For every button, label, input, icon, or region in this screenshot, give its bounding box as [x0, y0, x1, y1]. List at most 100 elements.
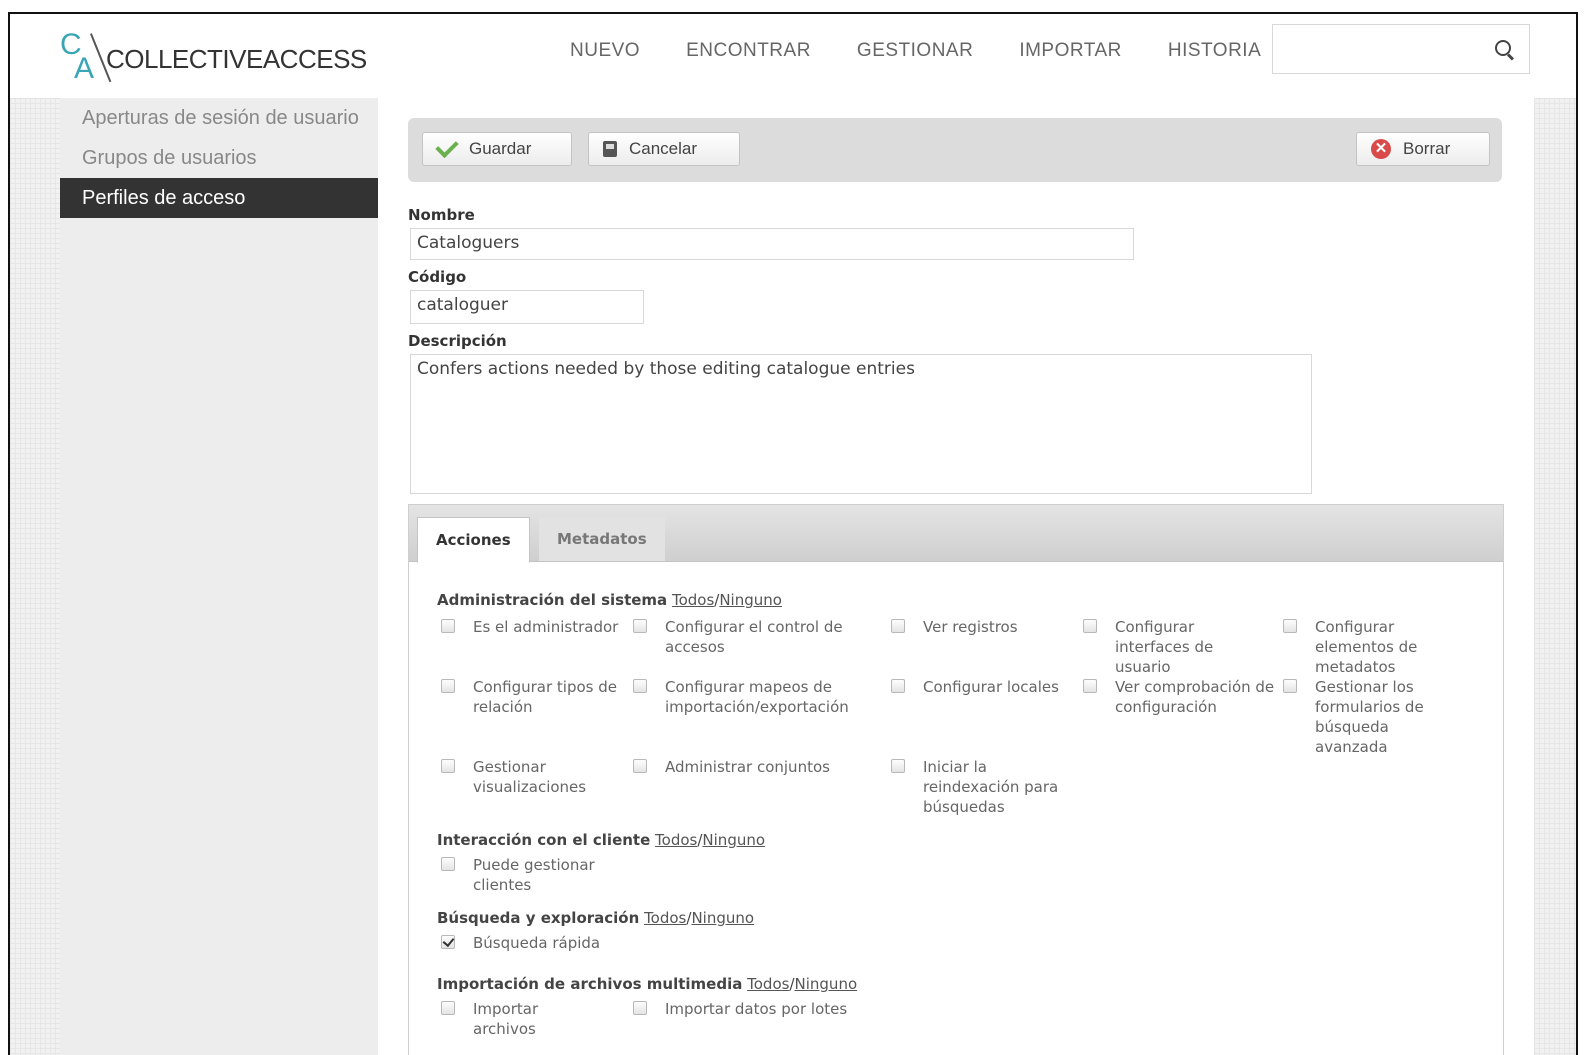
nav-gestionar[interactable]: GESTIONAR [857, 40, 973, 62]
nav-encontrar[interactable]: ENCONTRAR [686, 40, 811, 62]
permission-checkbox[interactable] [633, 679, 647, 693]
nav-historia[interactable]: HISTORIA [1168, 40, 1261, 62]
search-input[interactable] [1281, 25, 1485, 73]
permission-checkbox[interactable] [441, 857, 455, 871]
tab-metadatos[interactable]: Metadatos [539, 517, 665, 561]
perm-item: Es el administrador [441, 617, 621, 637]
permission-checkbox[interactable] [1283, 619, 1297, 633]
search-icon[interactable] [1495, 40, 1511, 56]
collectiveaccess-logo[interactable]: C A COLLECTIVEACCESS [60, 28, 367, 85]
permission-label: Configurar elementos de metadatos [1315, 618, 1418, 676]
description-field[interactable]: Confers actions needed by those editing … [410, 354, 1312, 494]
main-content: Guardar Cancelar ✕ Borrar Nombre Catalog… [378, 98, 1534, 1055]
permission-label: Gestionar visualizaciones [473, 758, 587, 796]
section-title: Búsqueda y exploración [437, 909, 640, 927]
permission-checkbox-checked[interactable] [441, 935, 455, 949]
sidebar-item-user-sessions[interactable]: Aperturas de sesión de usuario [60, 98, 378, 138]
sidebar-item-user-groups[interactable]: Grupos de usuarios [60, 138, 378, 178]
save-button[interactable]: Guardar [422, 132, 572, 166]
select-all-link[interactable]: Todos [672, 591, 714, 609]
perm-item: Importar datos por lotes [633, 999, 853, 1019]
description-label: Descripción [408, 332, 507, 350]
perm-item: Importar archivos [441, 999, 591, 1039]
select-all-link[interactable]: Todos [747, 975, 789, 993]
select-none-link[interactable]: Ninguno [795, 975, 858, 993]
permission-label: Configurar locales [923, 678, 1059, 696]
perm-item: Gestionar visualizaciones [441, 757, 631, 797]
permission-label: Gestionar los formularios de búsqueda av… [1315, 678, 1424, 756]
perm-item: Configurar tipos de relación [441, 677, 631, 717]
perm-item: Búsqueda rápida [441, 933, 691, 953]
permission-checkbox[interactable] [633, 1001, 647, 1015]
permission-label: Configurar tipos de relación [473, 678, 618, 716]
save-label: Guardar [469, 139, 532, 158]
permission-checkbox[interactable] [633, 619, 647, 633]
perm-item: Configurar locales [891, 677, 1071, 697]
permission-label: Ver registros [923, 618, 1018, 636]
perm-item: Configurar interfaces de usuario [1083, 617, 1263, 677]
permission-checkbox[interactable] [891, 759, 905, 773]
delete-label: Borrar [1403, 139, 1451, 158]
cancel-button[interactable]: Cancelar [588, 132, 740, 166]
logo-wordmark: COLLECTIVEACCESS [106, 44, 367, 74]
header: C A COLLECTIVEACCESS NUEVO ENCONTRAR GES… [10, 14, 1576, 99]
perm-item: Ver comprobación de configuración [1083, 677, 1283, 717]
permission-checkbox[interactable] [441, 759, 455, 773]
section-search-browse: Búsqueda y exploración Todos/Ninguno [437, 909, 755, 927]
tab-bar: Acciones Metadatos [409, 505, 1503, 563]
delete-icon: ✕ [1371, 139, 1391, 159]
code-field[interactable]: cataloguer [410, 290, 644, 324]
code-label: Código [408, 268, 467, 286]
permission-label: Administrar conjuntos [665, 758, 830, 776]
tab-acciones[interactable]: Acciones [417, 517, 530, 563]
select-all-link[interactable]: Todos [655, 831, 697, 849]
name-field[interactable]: Cataloguers [410, 228, 1134, 260]
perm-item: Ver registros [891, 617, 1071, 637]
permission-label: Puede gestionar clientes [473, 856, 595, 894]
permission-checkbox[interactable] [891, 679, 905, 693]
permission-label: Búsqueda rápida [473, 934, 601, 952]
permission-checkbox[interactable] [1083, 679, 1097, 693]
permission-checkbox[interactable] [1283, 679, 1297, 693]
permission-label: Iniciar la reindexación para búsquedas [923, 758, 1059, 816]
disk-icon [603, 141, 617, 157]
section-system-admin: Administración del sistema Todos/Ninguno [437, 591, 782, 609]
perm-item: Configurar mapeos de importación/exporta… [633, 677, 893, 717]
background-pattern-left [10, 98, 60, 1055]
section-title: Interacción con el cliente [437, 831, 651, 849]
perm-item: Administrar conjuntos [633, 757, 883, 777]
perm-item: Puede gestionar clientes [441, 855, 631, 895]
perm-item: Iniciar la reindexación para búsquedas [891, 757, 1071, 817]
nav-importar[interactable]: IMPORTAR [1019, 40, 1122, 62]
delete-button[interactable]: ✕ Borrar [1356, 132, 1490, 166]
permission-checkbox[interactable] [633, 759, 647, 773]
select-all-link[interactable]: Todos [644, 909, 686, 927]
perm-item: Gestionar los formularios de búsqueda av… [1283, 677, 1463, 757]
section-client-interaction: Interacción con el cliente Todos/Ninguno [437, 831, 766, 849]
select-none-link[interactable]: Ninguno [702, 831, 765, 849]
permission-checkbox[interactable] [891, 619, 905, 633]
toolbar: Guardar Cancelar ✕ Borrar [408, 118, 1502, 182]
permission-label: Configurar mapeos de importación/exporta… [665, 678, 849, 716]
search-box [1272, 24, 1530, 74]
permission-label: Importar archivos [473, 1000, 539, 1038]
section-title: Importación de archivos multimedia [437, 975, 743, 993]
select-none-link[interactable]: Ninguno [719, 591, 782, 609]
checkmark-icon [435, 134, 459, 158]
permission-label: Importar datos por lotes [665, 1000, 848, 1018]
section-title: Administración del sistema [437, 591, 668, 609]
permission-label: Configurar el control de accesos [665, 618, 843, 656]
permission-checkbox[interactable] [441, 679, 455, 693]
permissions-panel: Acciones Metadatos Administración del si… [408, 504, 1504, 1055]
app-window: C A COLLECTIVEACCESS NUEVO ENCONTRAR GES… [8, 12, 1578, 1055]
sidebar: Aperturas de sesión de usuario Grupos de… [60, 98, 392, 1055]
nav-nuevo[interactable]: NUEVO [570, 40, 640, 62]
permission-checkbox[interactable] [441, 619, 455, 633]
background-pattern-right [1534, 98, 1576, 1055]
permission-checkbox[interactable] [441, 1001, 455, 1015]
perm-item: Configurar el control de accesos [633, 617, 883, 657]
permission-checkbox[interactable] [1083, 619, 1097, 633]
select-none-link[interactable]: Ninguno [691, 909, 754, 927]
sidebar-item-access-profiles[interactable]: Perfiles de acceso [60, 178, 392, 218]
permission-label: Es el administrador [473, 618, 619, 636]
